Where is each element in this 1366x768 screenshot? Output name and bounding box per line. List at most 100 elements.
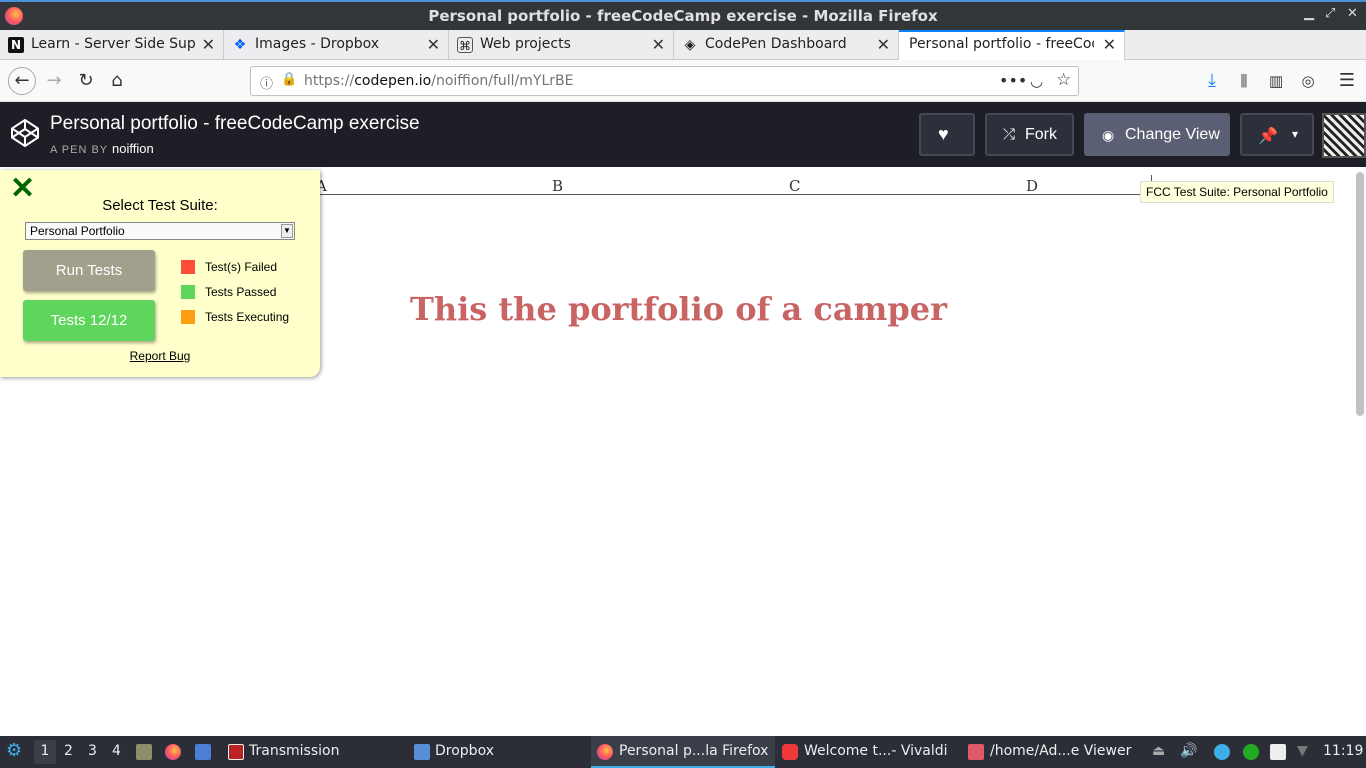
maximize-icon[interactable]: ⤢ — [1325, 6, 1335, 21]
eject-icon[interactable]: ⏏ — [1152, 743, 1165, 759]
url-text: https://codepen.io/noiffion/full/mYLrBE — [304, 73, 574, 89]
workspace-3[interactable]: 3 — [88, 743, 97, 759]
window-title-bar: Personal portfolio - freeCodeCamp exerci… — [0, 0, 1366, 30]
notion-icon: N — [8, 37, 24, 53]
tab-label: Learn - Server Side Suppo — [31, 36, 196, 52]
folder-icon — [414, 744, 430, 760]
legend-executing: Tests Executing — [205, 310, 290, 324]
wifi-icon[interactable]: ▼ — [1297, 743, 1308, 759]
nav-link-b[interactable]: B — [552, 177, 563, 195]
back-icon[interactable]: ← — [8, 67, 36, 95]
window-title: Personal portfolio - freeCodeCamp exerci… — [428, 7, 938, 25]
close-tab-icon[interactable]: ✕ — [202, 35, 215, 54]
tab-label: Images - Dropbox — [255, 36, 380, 52]
minimize-icon[interactable]: ▁ — [1304, 6, 1314, 21]
failed-swatch — [181, 260, 195, 274]
network-icon[interactable] — [1243, 744, 1259, 760]
start-menu-icon[interactable]: ⚙ — [6, 740, 22, 761]
tab-label: Personal portfolio - freeCode — [909, 36, 1094, 52]
legend-passed: Tests Passed — [205, 285, 277, 299]
notification-icon[interactable] — [1214, 744, 1230, 760]
fork-button[interactable]: ⤮ Fork — [985, 113, 1074, 156]
clipboard-icon[interactable] — [1270, 744, 1286, 760]
pen-author-line: A PEN BY noiffion — [50, 141, 154, 156]
chevron-down-icon: ▼ — [281, 224, 293, 238]
volume-icon[interactable]: 🔊 — [1180, 743, 1197, 759]
legend-failed: Test(s) Failed — [205, 260, 278, 274]
taskbar: ⚙ 1 2 3 4 Transmission Dropbox Personal … — [0, 736, 1366, 768]
reload-icon[interactable]: ↻ — [74, 69, 98, 93]
passed-swatch — [181, 285, 195, 299]
tests-result-button[interactable]: Tests 12/12 — [23, 300, 155, 341]
fork-icon: ⤮ — [1003, 126, 1016, 143]
close-tab-icon[interactable]: ✕ — [877, 35, 890, 54]
web-icon: ⌘ — [457, 37, 473, 53]
codepen-header: Personal portfolio - freeCodeCamp exerci… — [0, 102, 1366, 167]
clock[interactable]: 11:19 — [1323, 743, 1363, 759]
tab-dropbox[interactable]: ❖ Images - Dropbox ✕ — [224, 30, 449, 60]
tab-personal-portfolio[interactable]: Personal portfolio - freeCode ✕ — [899, 30, 1125, 60]
info-icon[interactable]: ⓘ — [260, 73, 273, 92]
tab-codepen-dashboard[interactable]: ◈ CodePen Dashboard ✕ — [674, 30, 899, 60]
pin-icon: 📌 — [1258, 128, 1278, 145]
tab-label: Web projects — [480, 36, 571, 52]
codepen-logo-icon[interactable] — [10, 118, 40, 148]
avatar[interactable] — [1322, 113, 1366, 158]
taskbar-app-vivaldi[interactable]: Welcome t...- Vivaldi — [804, 743, 948, 759]
run-tests-button[interactable]: Run Tests — [23, 250, 155, 291]
transmission-icon — [228, 744, 244, 760]
home-icon[interactable]: ⌂ — [105, 69, 129, 93]
url-bar[interactable]: ⓘ 🔒 https://codepen.io/noiffion/full/mYL… — [250, 66, 1079, 96]
scrollbar[interactable] — [1356, 172, 1364, 416]
tab-label: CodePen Dashboard — [705, 36, 847, 52]
fcc-test-panel: ✕ Select Test Suite: Personal Portfolio … — [0, 170, 320, 377]
workspace-2[interactable]: 2 — [64, 743, 73, 759]
close-tab-icon[interactable]: ✕ — [427, 35, 440, 54]
dropbox-icon: ❖ — [233, 37, 247, 53]
downloads-icon[interactable]: ⤓ — [1200, 69, 1224, 93]
change-view-button[interactable]: ◉ Change View — [1084, 113, 1230, 156]
nav-link-d[interactable]: D — [1026, 177, 1038, 195]
lock-icon: 🔒 — [281, 72, 298, 87]
taskbar-app-transmission[interactable]: Transmission — [249, 743, 339, 759]
eye-icon: ◉ — [1102, 127, 1115, 143]
account-icon[interactable]: ◎ — [1296, 69, 1320, 93]
workspace-1[interactable]: 1 — [34, 740, 56, 764]
taskbar-app-firefox[interactable]: Personal p...la Firefox — [591, 736, 775, 768]
library-icon[interactable]: ⫼ — [1232, 69, 1256, 93]
pen-title: Personal portfolio - freeCodeCamp exerci… — [50, 113, 420, 134]
taskbar-app-dropbox[interactable]: Dropbox — [435, 743, 494, 759]
tab-web-projects[interactable]: ⌘ Web projects ✕ — [449, 30, 674, 60]
pen-author[interactable]: noiffion — [112, 141, 154, 156]
sidebar-icon[interactable]: ▥ — [1264, 69, 1288, 93]
file-manager-icon[interactable] — [136, 744, 152, 760]
page-actions-icon[interactable]: ••• — [999, 71, 1027, 90]
forward-icon[interactable]: → — [42, 69, 66, 93]
firefox-icon — [597, 744, 613, 760]
taskbar-app-image-viewer[interactable]: /home/Ad...e Viewer — [990, 743, 1131, 759]
navigation-bar: ← → ↻ ⌂ ⓘ 🔒 https://codepen.io/noiffion/… — [0, 60, 1366, 102]
chevron-down-icon[interactable]: ▾ — [1292, 127, 1298, 141]
executing-swatch — [181, 310, 195, 324]
pin-button[interactable]: 📌 ▾ — [1240, 113, 1314, 156]
report-bug-link[interactable]: Report Bug — [0, 349, 320, 363]
codepen-icon: ◈ — [684, 37, 696, 53]
nav-link-c[interactable]: C — [789, 177, 800, 195]
workspace-4[interactable]: 4 — [112, 743, 121, 759]
menu-icon[interactable]: ☰ — [1335, 69, 1359, 93]
close-tab-icon[interactable]: ✕ — [1103, 35, 1116, 54]
image-viewer-icon — [968, 744, 984, 760]
tab-learn[interactable]: N Learn - Server Side Suppo ✕ — [0, 30, 224, 60]
tab-bar: N Learn - Server Side Suppo ✕ ❖ Images -… — [0, 30, 1366, 91]
heart-icon: ♥ — [938, 124, 949, 144]
pocket-icon[interactable]: ◡ — [1030, 72, 1043, 90]
bookmark-star-icon[interactable]: ☆ — [1056, 70, 1071, 90]
firefox-launcher-icon[interactable] — [165, 744, 181, 760]
desktop-icon[interactable] — [195, 744, 211, 760]
test-suite-select[interactable]: Personal Portfolio ▼ — [25, 222, 295, 240]
close-window-icon[interactable]: ✕ — [1347, 6, 1358, 21]
close-tab-icon[interactable]: ✕ — [652, 35, 665, 54]
heart-button[interactable]: ♥ — [919, 113, 975, 156]
test-suite-title: Select Test Suite: — [102, 197, 218, 214]
vivaldi-icon — [782, 744, 798, 760]
